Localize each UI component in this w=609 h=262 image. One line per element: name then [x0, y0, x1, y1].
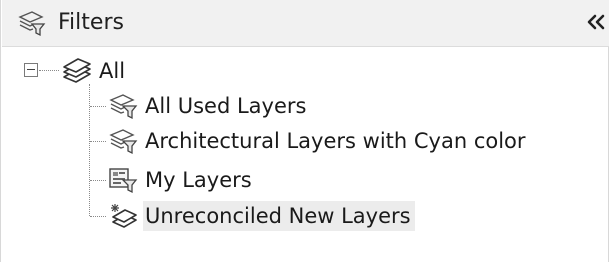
double-chevron-left-icon [584, 8, 608, 36]
layer-filter-icon [107, 92, 139, 120]
filter-tree: All All Used Layers Architectural Layers… [1, 46, 609, 262]
collapse-panel-button[interactable] [584, 8, 608, 36]
tree-node-label: All [99, 59, 126, 83]
layer-filter-icon [107, 127, 139, 155]
tree-node-all[interactable]: All [61, 56, 129, 86]
tree-connector [90, 106, 106, 107]
filters-header: Filters [2, 0, 609, 47]
layer-group-filter-icon [107, 166, 139, 194]
new-layer-icon [107, 202, 139, 230]
collapse-node-toggle[interactable] [24, 63, 38, 77]
layer-filter-icon [16, 9, 46, 37]
tree-node-label: All Used Layers [145, 94, 307, 118]
tree-connector [90, 141, 106, 142]
tree-node-all-used-layers[interactable]: All Used Layers [107, 91, 310, 121]
tree-node-label: My Layers [145, 168, 252, 192]
tree-connector [90, 216, 106, 217]
tree-node-label: Architectural Layers with Cyan color [145, 129, 526, 153]
tree-connector [90, 180, 106, 181]
tree-node-unreconciled-new-layers[interactable]: Unreconciled New Layers [107, 201, 415, 231]
tree-connector [89, 84, 90, 216]
tree-node-label: Unreconciled New Layers [143, 201, 415, 231]
panel-title: Filters [58, 10, 124, 35]
layer-filters-panel: Filters All All Used Layers Architectura… [0, 0, 609, 262]
tree-node-architectural-layers[interactable]: Architectural Layers with Cyan color [107, 126, 530, 156]
tree-connector [39, 70, 59, 71]
tree-node-my-layers[interactable]: My Layers [107, 165, 256, 195]
layers-stack-icon [61, 57, 93, 85]
